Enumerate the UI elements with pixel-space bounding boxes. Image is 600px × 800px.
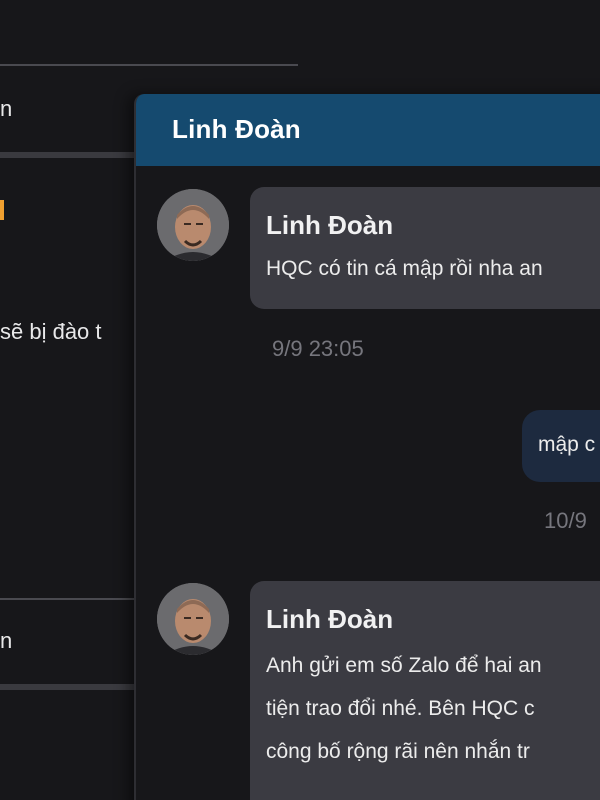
incoming-message-bubble[interactable]: Linh Đoàn HQC có tin cá mập rồi nha an — [250, 187, 600, 309]
background-row-text: n — [0, 628, 13, 653]
outgoing-message-bubble[interactable]: mập c — [522, 410, 600, 482]
background-divider — [0, 598, 140, 600]
chat-panel: Linh Đoàn Linh Đoàn HQC có tin cá mập rồ… — [134, 94, 600, 800]
screen: n sẽ bị đào t n Linh Đoàn Linh Đoàn HQC … — [0, 0, 600, 800]
background-divider — [0, 684, 140, 690]
background-row-text: sẽ bị đào t — [0, 319, 102, 344]
message-sender: Linh Đoàn — [266, 604, 394, 634]
avatar-photo-icon — [157, 189, 229, 261]
message-text: mập c — [538, 433, 596, 456]
message-text: HQC có tin cá mập rồi nha an — [266, 257, 543, 280]
message-text: công bố rộng rãi nên nhắn tr — [266, 740, 530, 763]
message-sender: Linh Đoàn — [266, 210, 394, 240]
message-text: Anh gửi em số Zalo để hai an — [266, 654, 542, 677]
avatar-photo-icon — [157, 583, 229, 655]
sender-avatar[interactable] — [157, 583, 229, 655]
chat-title: Linh Đoàn — [172, 114, 301, 144]
background-divider — [0, 64, 298, 66]
background-divider — [0, 152, 140, 158]
background-accent-mark — [0, 200, 4, 220]
sender-avatar[interactable] — [157, 189, 229, 261]
message-text: tiện trao đổi nhé. Bên HQC c — [266, 697, 535, 720]
chat-header[interactable]: Linh Đoàn — [136, 94, 600, 166]
incoming-message-bubble[interactable]: Linh Đoàn Anh gửi em số Zalo để hai an t… — [250, 581, 600, 800]
message-timestamp: 9/9 23:05 — [272, 336, 364, 361]
background-row-text: n — [0, 96, 13, 121]
message-timestamp: 10/9 — [544, 508, 587, 533]
